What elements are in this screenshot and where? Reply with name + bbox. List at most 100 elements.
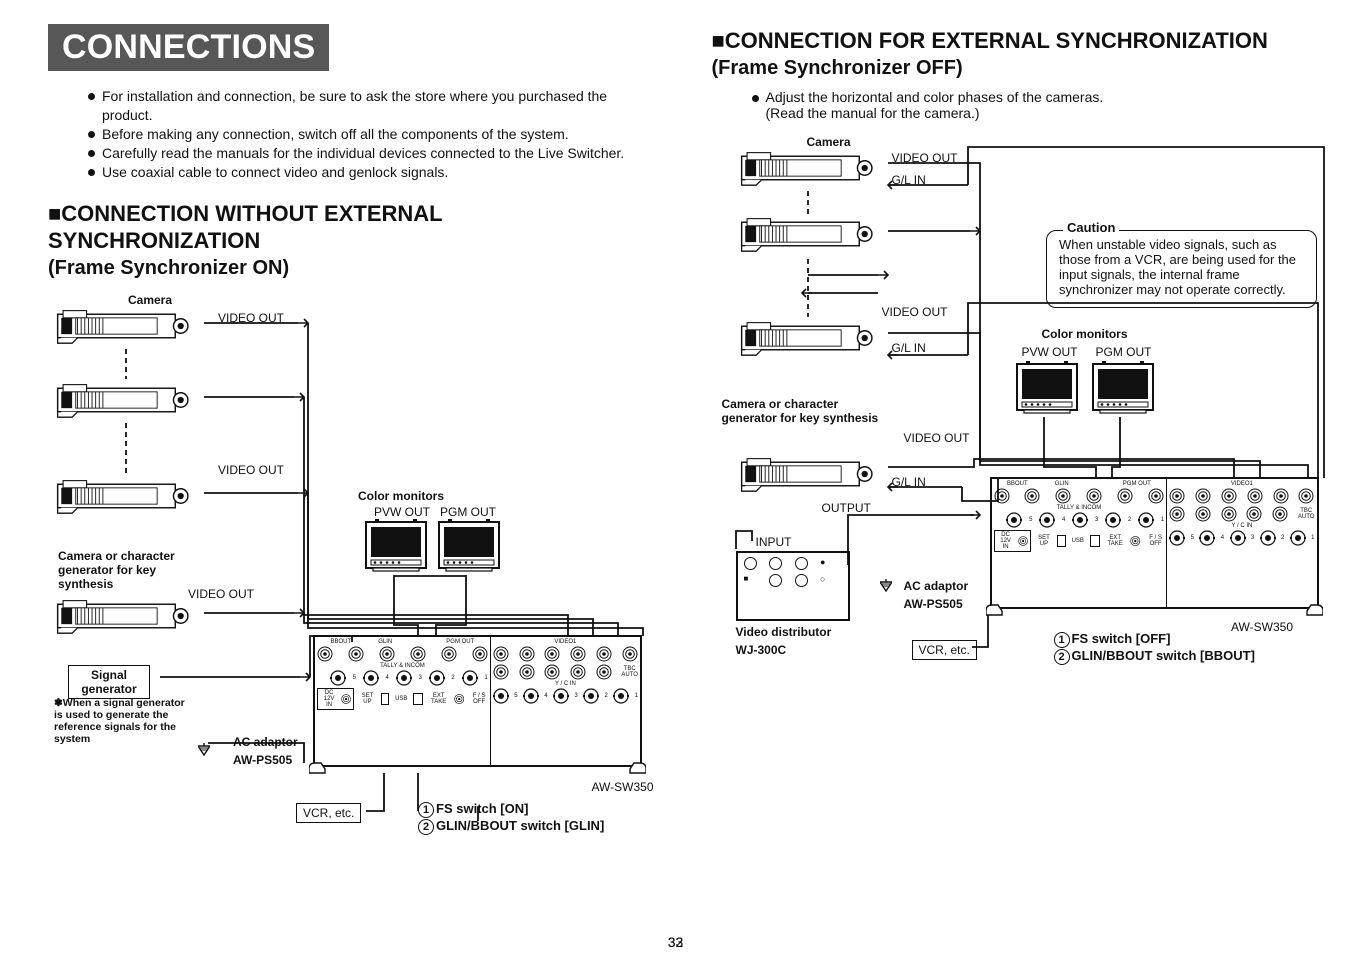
bnc-icon: [410, 646, 426, 662]
switch-notes: 1FS switch [ON] 2GLIN/BBOUT switch [GLIN…: [418, 801, 604, 835]
gl-in-label: G/L IN: [892, 341, 926, 355]
pvw-out-label: PVW OUT: [374, 505, 430, 519]
video-distributor-label: Video distributor WJ-300C: [736, 623, 832, 659]
jack-icon: [330, 670, 346, 686]
camera-icon: [732, 149, 887, 187]
intro-list: For installation and connection, be sure…: [48, 87, 648, 181]
panel-tiny: SET UP: [360, 693, 374, 705]
bnc-icon: [795, 557, 808, 570]
bnc-icon: [622, 646, 638, 662]
panel-tiny: F / S OFF: [470, 693, 487, 705]
panel-tiny: EXT TAKE: [429, 693, 448, 705]
camera-icon: [732, 319, 887, 357]
panel-tiny: GLIN: [378, 639, 392, 645]
back-panel: BBOUT GLIN PGM OUT TALLY & INCOM: [990, 477, 1319, 609]
panel-tiny: EXT TAKE: [1106, 535, 1125, 547]
intro-item: Before making any connection, switch off…: [88, 125, 648, 144]
jack-icon: [523, 688, 539, 704]
ac-adaptor-model: AW-PS505: [233, 753, 292, 767]
jack-icon: [363, 670, 379, 686]
bnc-icon: [519, 646, 535, 662]
video-out-label: VIDEO OUT: [892, 151, 958, 165]
video-out-label: VIDEO OUT: [218, 463, 284, 477]
page-number: 33: [668, 934, 684, 950]
color-monitors-label: Color monitors: [1042, 327, 1128, 341]
usb-port-icon: [413, 693, 423, 705]
keygen-label: Camera or character generator for key sy…: [58, 549, 208, 591]
panel-tiny: DC 12V IN: [320, 690, 338, 708]
bnc-icon: [744, 557, 757, 570]
device-model-label: AW-SW350: [591, 780, 653, 794]
right-lead-text: Adjust the horizontal and color phases o…: [766, 89, 1104, 105]
bnc-icon: [596, 646, 612, 662]
video-out-label: VIDEO OUT: [882, 305, 948, 319]
jack-icon: [429, 670, 445, 686]
panel-tiny: USB: [395, 696, 407, 702]
circled-number-icon: 1: [1054, 632, 1070, 648]
switch-note-item: 2GLIN/BBOUT switch [BBOUT]: [1054, 648, 1255, 665]
camera-icon: [732, 455, 887, 493]
switch-note-item: 1FS switch [ON]: [418, 801, 604, 818]
figure-right: Camera VIDEO OUT G/L IN VIDEO OUT G/L IN…: [712, 135, 1304, 815]
bnc-icon: [519, 664, 535, 680]
back-panel: BBOUT GLIN PGM OUT TALLY & INCOM: [313, 635, 642, 767]
bnc-icon: [544, 646, 560, 662]
gl-in-label: G/L IN: [892, 173, 926, 187]
left-section-heading: ■CONNECTION WITHOUT EXTERNAL SYNCHRONIZA…: [48, 201, 648, 280]
monitor-icon: [1090, 361, 1156, 415]
camera-icon: [732, 215, 887, 253]
monitor-icon: [363, 519, 429, 573]
right-page: ■CONNECTION FOR EXTERNAL SYNCHRONIZATION…: [676, 0, 1351, 954]
camera-icon: [48, 477, 203, 515]
bnc-icon: [454, 691, 465, 707]
right-heading-text: CONNECTION FOR EXTERNAL SYNCHRONIZATION: [725, 28, 1268, 53]
panel-tiny: AUTO: [621, 672, 638, 678]
figure-left: Camera VIDEO OUT VIDEO OUT VIDEO OUT Cam…: [48, 293, 648, 883]
circled-number-icon: 2: [418, 819, 434, 835]
switch-note-text: GLIN/BBOUT switch [BBOUT]: [1072, 648, 1255, 663]
signal-generator-box: Signal generator: [68, 665, 150, 699]
jack-icon: [613, 688, 629, 704]
switch-notes: 1FS switch [OFF] 2GLIN/BBOUT switch [BBO…: [1054, 631, 1255, 665]
panel-foot-icon: [309, 761, 646, 775]
right-lead-text2: (Read the manual for the camera.): [766, 105, 980, 121]
panel-tiny: AUTO: [1298, 514, 1315, 520]
monitor-icon: [1014, 361, 1080, 415]
switch-note-text: GLIN/BBOUT switch [GLIN]: [436, 818, 604, 833]
square-bullet-icon: ■: [48, 201, 61, 226]
jack-icon: [493, 688, 509, 704]
page-title: CONNECTIONS: [48, 24, 329, 71]
bnc-icon: [795, 574, 808, 587]
bnc-icon: [570, 664, 586, 680]
bnc-icon: [379, 646, 395, 662]
pvw-out-label: PVW OUT: [1022, 345, 1078, 359]
vcr-box: VCR, etc.: [912, 640, 977, 660]
ac-adaptor-text: AC adaptor: [233, 735, 298, 749]
panel-tiny: F / S OFF: [1147, 535, 1164, 547]
circled-number-icon: 1: [418, 802, 434, 818]
camera-icon: [48, 597, 203, 635]
right-lead-item: Adjust the horizontal and color phases o…: [752, 89, 1304, 121]
jack-icon: [462, 670, 478, 686]
circled-number-icon: 2: [1054, 649, 1070, 665]
dip-switch-icon: [381, 693, 390, 705]
switch-note-text: FS switch [OFF]: [1072, 631, 1171, 646]
left-page: CONNECTIONS For installation and connect…: [0, 0, 676, 954]
camera-icon: [48, 381, 203, 419]
bnc-icon: [769, 557, 782, 570]
bnc-icon: [493, 664, 509, 680]
intro-item: For installation and connection, be sure…: [88, 87, 648, 125]
pgm-out-label: PGM OUT: [440, 505, 496, 519]
square-bullet-icon: ■: [712, 28, 725, 53]
bnc-icon: [348, 646, 364, 662]
panel-foot-icon: [986, 603, 1323, 617]
panel-tiny: DC 12V IN: [997, 532, 1015, 550]
color-monitors-label: Color monitors: [358, 489, 444, 503]
pgm-out-label: PGM OUT: [1096, 345, 1152, 359]
gl-in-label: G/L IN: [892, 475, 926, 489]
bnc-icon: [596, 664, 612, 680]
keygen-label: Camera or character generator for key sy…: [722, 397, 882, 425]
bnc-icon: [341, 691, 351, 707]
intro-item: Carefully read the manuals for the indiv…: [88, 144, 648, 163]
vcr-box: VCR, etc.: [296, 803, 361, 823]
